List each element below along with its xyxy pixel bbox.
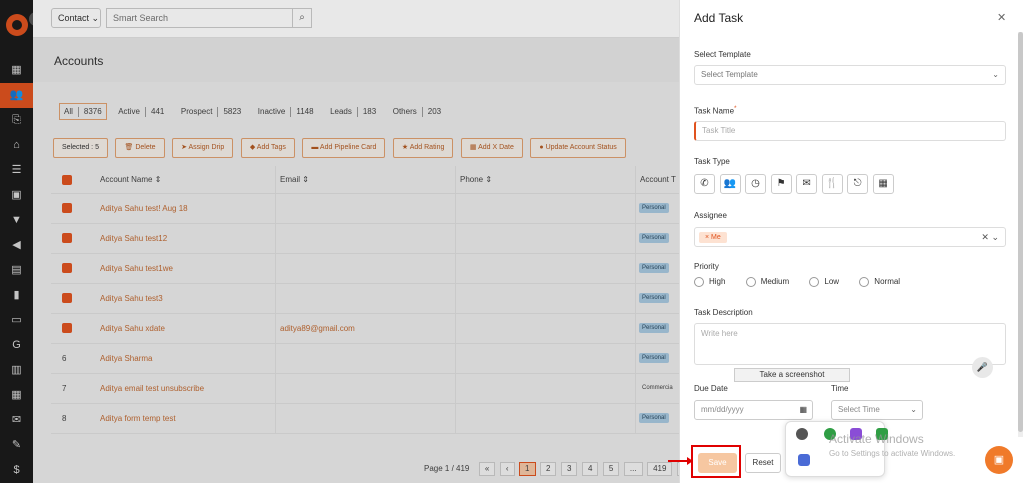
priority-option-label: Low: [824, 277, 840, 287]
add-task-panel: Add Task ✕ Select Template Select Templa…: [679, 0, 1024, 483]
save-button[interactable]: Save: [698, 453, 737, 473]
clock-icon[interactable]: ◷: [745, 174, 767, 194]
panel-title: Add Task: [694, 11, 744, 25]
due-date-label: Due Date: [694, 384, 728, 393]
assignee-tag[interactable]: × Me: [699, 232, 727, 243]
flag-icon[interactable]: ⚑: [770, 174, 792, 194]
priority-high[interactable]: High: [694, 277, 725, 287]
email-icon[interactable]: ✉: [796, 174, 818, 194]
select-template-value: Select Template: [701, 70, 758, 79]
assignee-select[interactable]: × Me ✕ ⌄: [694, 227, 1006, 247]
windows-watermark-subtitle: Go to Settings to activate Windows.: [829, 449, 956, 458]
select-template-dropdown[interactable]: Select Template ⌄: [694, 65, 1006, 85]
cloud-icon[interactable]: [796, 428, 808, 440]
priority-group: High Medium Low Normal: [694, 277, 918, 287]
radio-button[interactable]: [694, 277, 704, 287]
priority-normal[interactable]: Normal: [859, 277, 900, 287]
food-icon[interactable]: 🍴: [821, 174, 843, 194]
screenshot-tooltip: Take a screenshot: [734, 368, 850, 382]
windows-watermark-title: Activate Windows: [829, 432, 924, 446]
annotation-arrow: [668, 457, 693, 465]
modal-overlay[interactable]: [0, 0, 679, 483]
due-date-input[interactable]: mm/dd/yyyy ▦: [694, 400, 813, 420]
clear-and-chevron-icon[interactable]: ✕ ⌄: [981, 228, 999, 246]
required-marker: *: [734, 105, 737, 112]
radio-button[interactable]: [745, 277, 756, 287]
priority-option-label: Medium: [760, 277, 790, 287]
close-icon[interactable]: ✕: [997, 11, 1006, 24]
assignee-label: Assignee: [694, 211, 727, 220]
time-placeholder: Select Time: [838, 405, 880, 414]
task-title-input[interactable]: Task Title: [694, 121, 1006, 141]
radio-button[interactable]: [859, 277, 870, 287]
logout-icon[interactable]: ⎋: [847, 174, 869, 194]
task-description-textarea[interactable]: Write here: [694, 323, 1006, 365]
teams-icon[interactable]: [798, 454, 810, 466]
phone-icon[interactable]: ✆: [694, 174, 715, 194]
radio-button[interactable]: [809, 277, 820, 287]
calendar-icon[interactable]: ▦: [799, 401, 807, 419]
time-select[interactable]: Select Time ⌄: [831, 400, 923, 420]
due-date-placeholder: mm/dd/yyyy: [701, 405, 744, 414]
priority-medium[interactable]: Medium: [745, 277, 790, 287]
task-type-label: Task Type: [694, 157, 730, 166]
grid-icon[interactable]: ▦: [872, 174, 894, 194]
reset-button[interactable]: Reset: [745, 453, 781, 473]
task-type-group: ✆ 👥 ◷ ⚑ ✉ 🍴 ⎋ ▦: [694, 174, 896, 194]
time-label: Time: [831, 384, 849, 393]
task-name-label: Task Name*: [694, 105, 737, 116]
chat-icon[interactable]: ▣: [985, 446, 1013, 474]
chevron-down-icon: ⌄: [992, 70, 999, 79]
assignee-tag-label: Me: [711, 234, 721, 241]
chevron-down-icon: ⌄: [910, 405, 917, 414]
select-template-label: Select Template: [694, 50, 751, 59]
task-description-label: Task Description: [694, 308, 753, 317]
scrollbar-thumb[interactable]: [1018, 32, 1023, 432]
priority-label: Priority: [694, 262, 719, 271]
task-name-label-text: Task Name: [694, 106, 735, 116]
priority-low[interactable]: Low: [809, 277, 839, 287]
microphone-icon[interactable]: 🎤: [972, 357, 993, 378]
priority-option-label: Normal: [874, 277, 901, 287]
priority-option-label: High: [709, 277, 726, 287]
meeting-icon[interactable]: 👥: [719, 174, 741, 194]
